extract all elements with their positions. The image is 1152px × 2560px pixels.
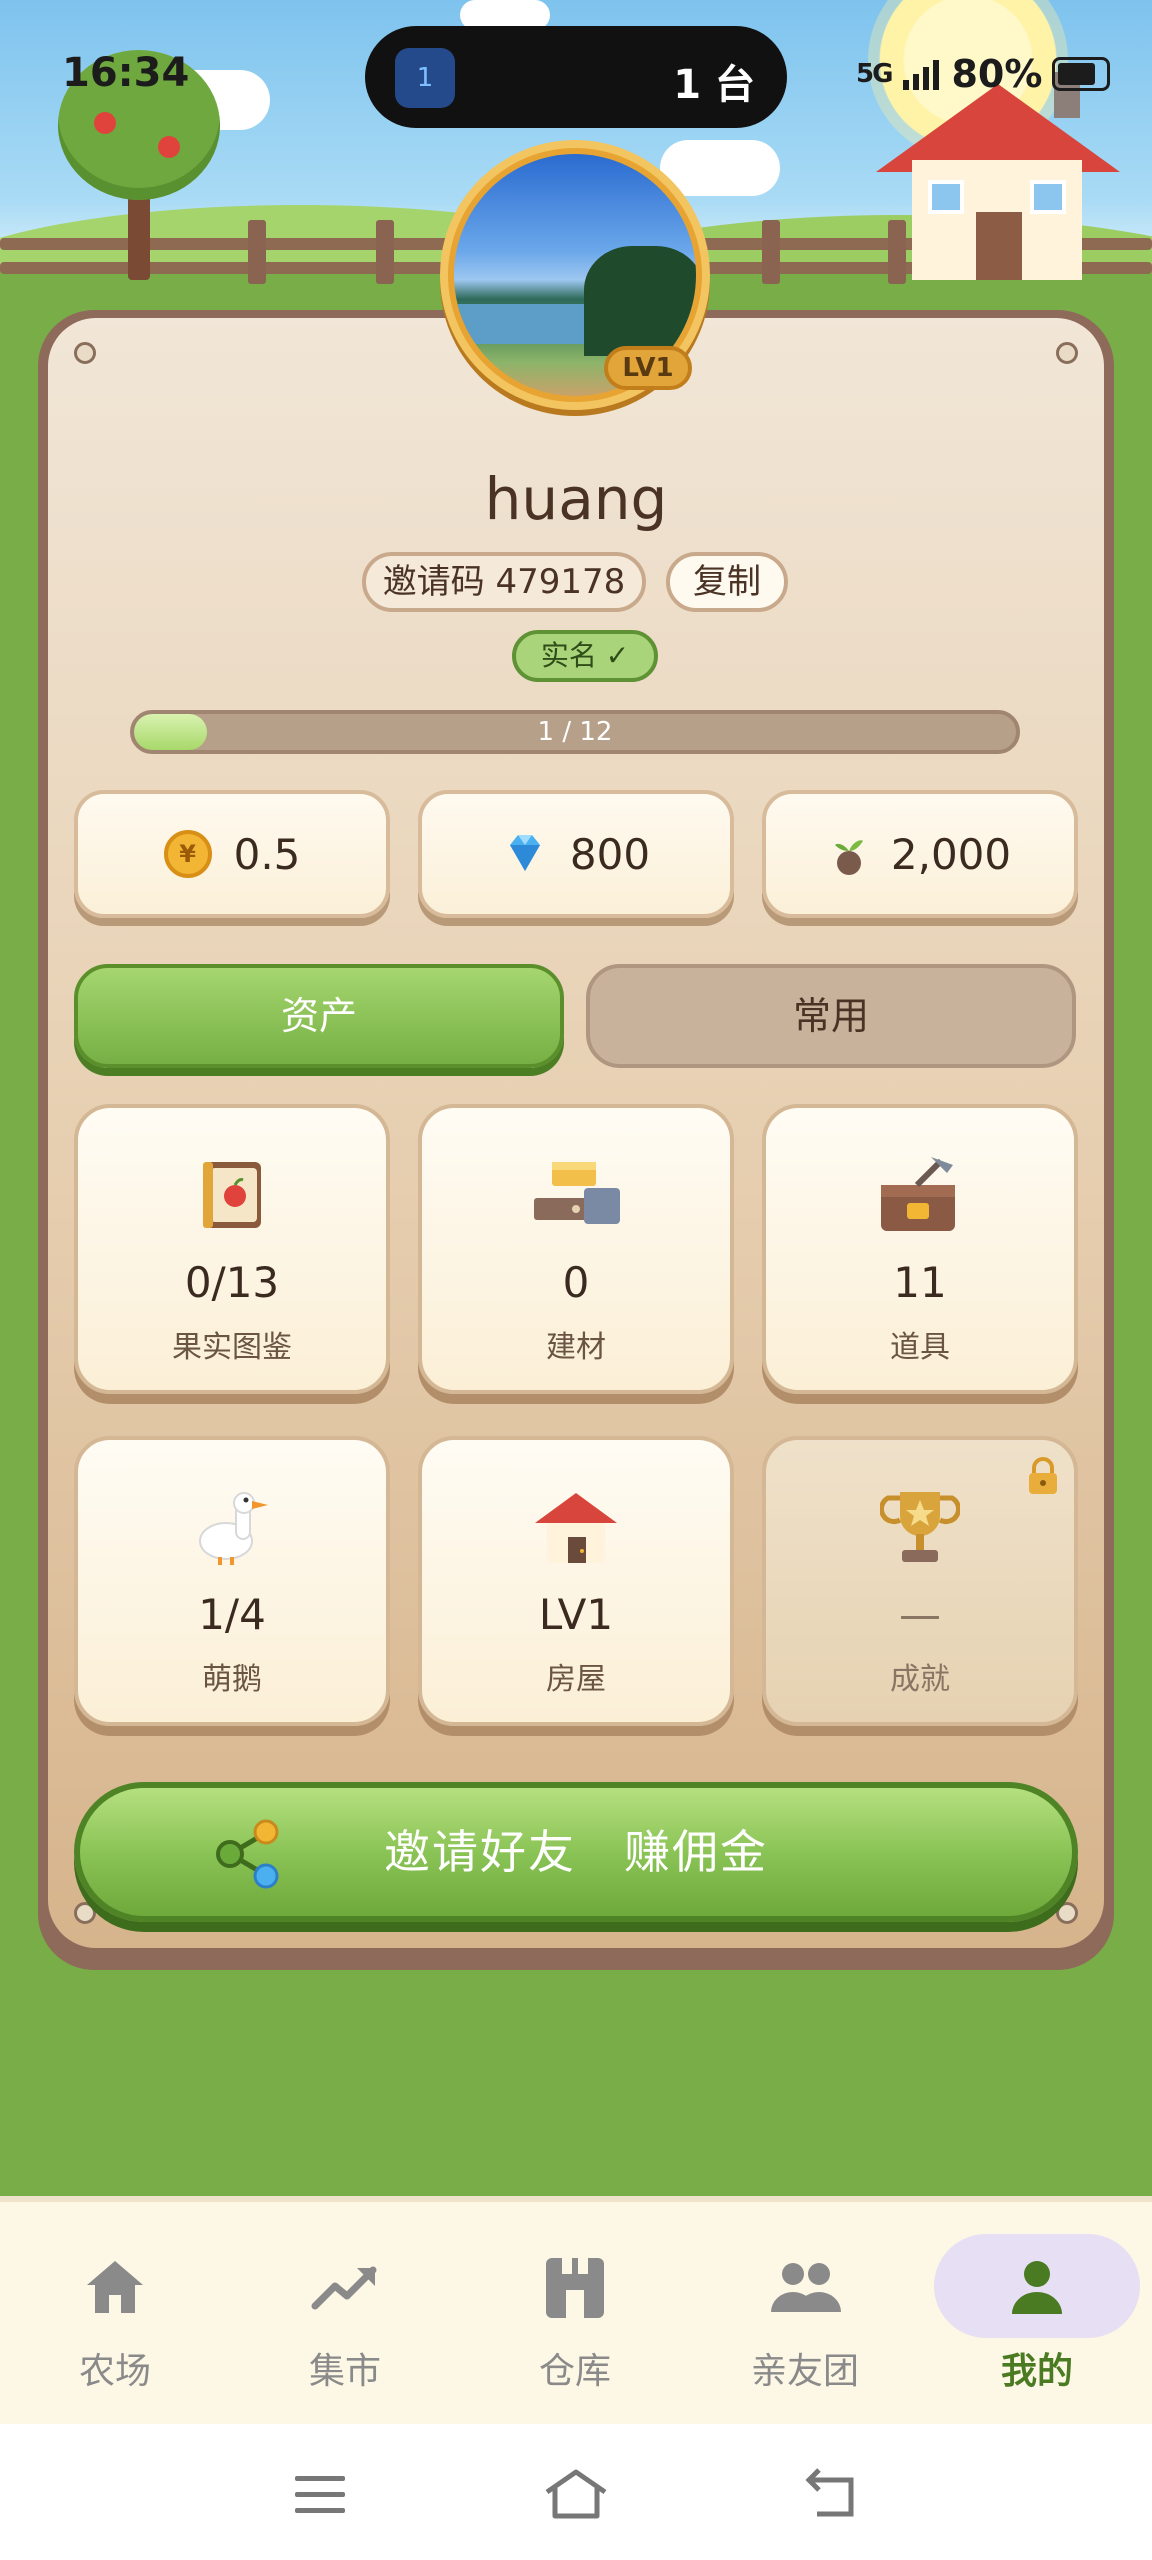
status-indicators: 5G 80%	[856, 52, 1111, 96]
fence-post	[888, 220, 906, 284]
level-progress-bar: 1 / 12	[130, 710, 1020, 754]
username: huang	[484, 465, 668, 533]
diamond-balance[interactable]: 800	[418, 790, 734, 918]
toolbox-icon	[881, 1157, 955, 1231]
fruit-book-icon	[203, 1162, 261, 1228]
progress-text: 1 / 12	[537, 717, 613, 747]
home-icon	[545, 2469, 607, 2519]
house-icon	[535, 1493, 617, 1563]
card-value: 1/4	[198, 1590, 266, 1639]
signal-bars-icon	[903, 60, 940, 90]
rivet-decoration	[1056, 342, 1078, 364]
door-decoration	[976, 212, 1022, 280]
copy-invite-code-button[interactable]: 复制	[666, 552, 788, 612]
card-label: 成就	[890, 1662, 950, 1697]
building-materials-card[interactable]: 0 建材	[418, 1104, 734, 1394]
invite-friends-button[interactable]: 邀请好友 赚佣金	[74, 1782, 1078, 1922]
card-label: 房屋	[546, 1662, 606, 1697]
broadcast-icon: 1	[395, 48, 455, 108]
nav-label: 农场	[78, 2351, 151, 2392]
building-materials-icon	[534, 1162, 620, 1224]
trophy-icon	[880, 1492, 960, 1562]
seed-value: 2,000	[890, 829, 1012, 879]
person-icon	[1012, 2261, 1062, 2314]
card-label: 道具	[890, 1330, 950, 1365]
seed-balance[interactable]: 2,000	[762, 790, 1078, 918]
nav-item-friends[interactable]: 亲友团	[690, 2202, 920, 2430]
level-badge: LV1	[604, 346, 692, 390]
card-value: 0/13	[184, 1258, 280, 1307]
battery-icon	[1052, 57, 1111, 91]
items-card[interactable]: 11 道具	[762, 1104, 1078, 1394]
back-icon	[805, 2468, 854, 2517]
island-text: 1 台	[673, 62, 755, 108]
card-label: 建材	[546, 1330, 606, 1365]
diamond-value: 800	[569, 829, 651, 879]
system-navigation-bar	[0, 2424, 1152, 2560]
fence-post	[248, 220, 266, 284]
real-name-verified-badge: 实名 ✓	[512, 630, 658, 682]
rivet-decoration	[74, 342, 96, 364]
card-value: LV1	[538, 1590, 614, 1639]
home-icon	[87, 2261, 143, 2313]
invite-code: 邀请码 479178	[362, 552, 646, 612]
invite-button-label: 邀请好友 赚佣金	[384, 1825, 768, 1879]
menu-icon	[295, 2476, 345, 2513]
nav-label: 仓库	[538, 2351, 611, 2392]
coin-icon: ¥	[163, 830, 212, 878]
warehouse-icon	[546, 2258, 604, 2318]
tab-common[interactable]: 常用	[586, 964, 1076, 1068]
fruit-collection-card[interactable]: 0/13 果实图鉴	[74, 1104, 390, 1394]
card-label: 果实图鉴	[172, 1330, 292, 1365]
system-home-button[interactable]	[541, 2464, 611, 2524]
seed-icon	[834, 840, 863, 875]
nav-item-warehouse[interactable]: 仓库	[460, 2202, 690, 2430]
card-value: 11	[893, 1258, 947, 1307]
house-card[interactable]: LV1 房屋	[418, 1436, 734, 1726]
status-bar: 16:34 1 1 台 5G 80%	[0, 0, 1152, 150]
nav-item-me[interactable]: 我的	[922, 2202, 1152, 2430]
nav-label: 亲友团	[750, 2351, 859, 2392]
dynamic-island[interactable]: 1 1 台	[365, 26, 787, 128]
currency-balance[interactable]: ¥ 0.5	[74, 790, 390, 918]
tab-assets[interactable]: 资产	[74, 964, 564, 1068]
fence-post	[762, 220, 780, 284]
status-time: 16:34	[62, 50, 190, 96]
menu-button[interactable]	[285, 2464, 355, 2524]
window-decoration	[928, 180, 964, 214]
diamond-icon	[509, 835, 540, 871]
card-label: 萌鹅	[202, 1662, 262, 1697]
signal-icon: 5G	[856, 59, 893, 89]
goose-card[interactable]: 1/4 萌鹅	[74, 1436, 390, 1726]
window-decoration	[1030, 180, 1066, 214]
card-value: —	[899, 1590, 941, 1639]
back-button[interactable]	[797, 2464, 867, 2524]
nav-item-market[interactable]: 集市	[230, 2202, 460, 2430]
fence-post	[376, 220, 394, 284]
achievements-card[interactable]: — 成就	[762, 1436, 1078, 1726]
nav-label: 集市	[308, 2351, 381, 2392]
nav-label: 我的	[1000, 2351, 1073, 2392]
nav-item-farm[interactable]: 农场	[0, 2202, 230, 2430]
goose-icon	[199, 1492, 268, 1565]
battery-percentage: 80%	[951, 52, 1043, 96]
card-value: 0	[562, 1258, 590, 1307]
friends-icon	[771, 2263, 841, 2312]
currency-value: 0.5	[233, 829, 301, 879]
trend-icon	[311, 2266, 377, 2310]
bottom-navigation: 农场 集市 仓库 亲友团 我的	[0, 2196, 1152, 2424]
